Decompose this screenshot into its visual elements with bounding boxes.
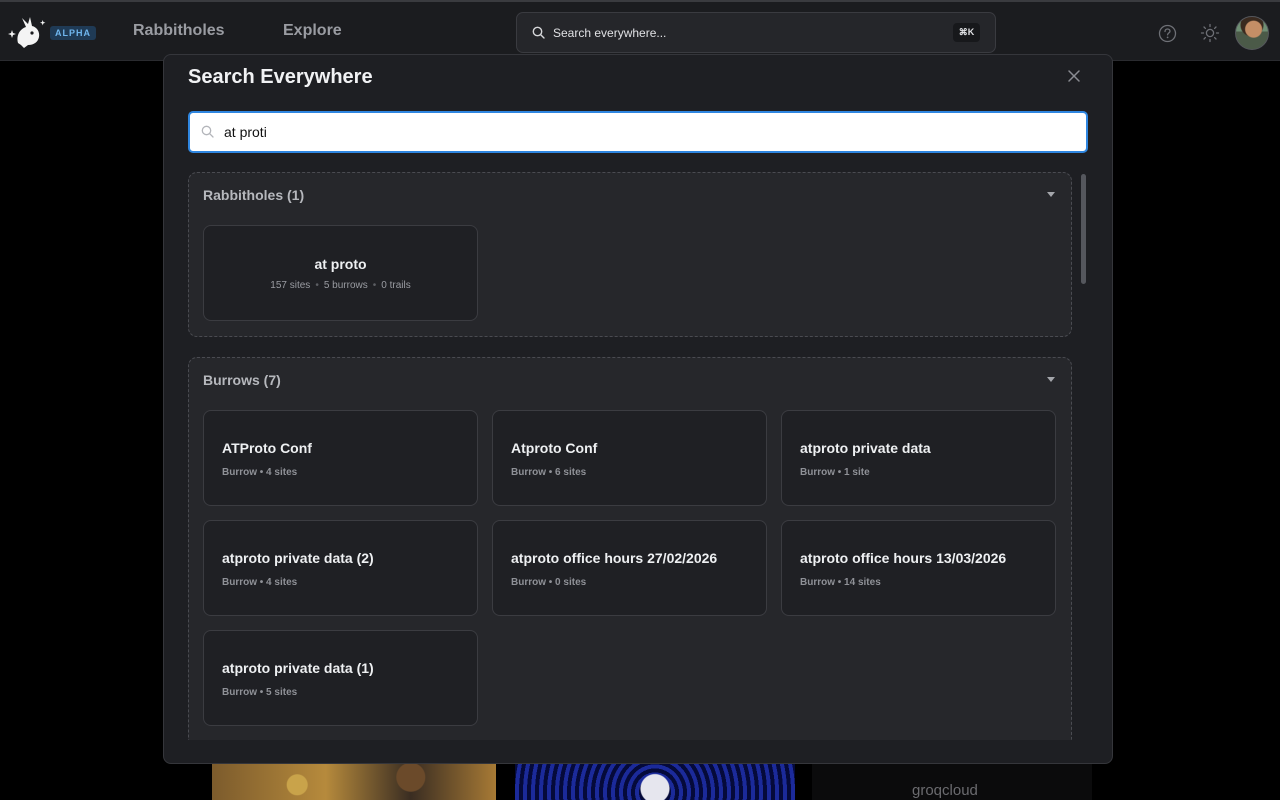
- alpha-badge: ALPHA: [50, 26, 96, 40]
- theme-toggle-sun-icon[interactable]: [1200, 23, 1220, 43]
- search-input[interactable]: [224, 122, 1064, 142]
- background-thumbnail-text: groqcloud: [912, 782, 978, 799]
- background-thumbnail-groqcloud: groqcloud: [812, 762, 1092, 800]
- rabbithole-stats: 157 sites • 5 burrows • 0 trails: [204, 280, 477, 291]
- top-navigation-bar: ALPHA Rabbitholes Explore Search everywh…: [0, 0, 1280, 61]
- rabbithole-burrows-count: 5 burrows: [323, 280, 368, 291]
- rabbithole-sites-count: 157 sites: [270, 280, 311, 291]
- background-thumbnail-art: [212, 762, 496, 800]
- scrollbar-thumb[interactable]: [1081, 174, 1086, 284]
- help-icon[interactable]: [1158, 24, 1177, 43]
- search-icon: [201, 125, 214, 138]
- results-scrollbar[interactable]: [1079, 172, 1088, 740]
- global-search-placeholder: Search everywhere...: [553, 26, 667, 40]
- burrow-card[interactable]: atproto private data (1) Burrow • 5 site…: [203, 630, 478, 726]
- separator-dot: •: [372, 280, 377, 291]
- burrow-name: atproto office hours 27/02/2026: [511, 550, 718, 566]
- nav-explore[interactable]: Explore: [283, 22, 342, 40]
- burrow-card[interactable]: atproto office hours 27/02/2026 Burrow •…: [492, 520, 767, 616]
- modal-title: Search Everywhere: [188, 66, 373, 88]
- collapse-caret-icon[interactable]: [1047, 192, 1055, 197]
- burrow-meta: Burrow • 1 site: [800, 467, 870, 478]
- burrow-card[interactable]: atproto private data (2) Burrow • 4 site…: [203, 520, 478, 616]
- separator-dot: •: [315, 280, 319, 291]
- nav-rabbitholes[interactable]: Rabbitholes: [133, 22, 225, 40]
- burrow-name: atproto office hours 13/03/2026: [800, 550, 1007, 566]
- rabbithole-trails-count: 0 trails: [381, 280, 411, 291]
- rabbithole-card[interactable]: at proto 157 sites • 5 burrows • 0 trails: [203, 225, 478, 321]
- rabbit-logo-icon[interactable]: [6, 15, 46, 51]
- search-field[interactable]: [188, 111, 1088, 153]
- burrow-name: atproto private data (2): [222, 550, 374, 566]
- search-everywhere-modal: Search Everywhere Rabbitholes (1) at pro…: [163, 54, 1113, 764]
- burrow-name: Atproto Conf: [511, 440, 598, 456]
- burrow-name: ATProto Conf: [222, 440, 312, 456]
- burrow-card[interactable]: atproto office hours 13/03/2026 Burrow •…: [781, 520, 1056, 616]
- collapse-caret-icon[interactable]: [1047, 377, 1055, 382]
- rabbithole-name: at proto: [314, 256, 367, 272]
- rabbitholes-section: Rabbitholes (1) at proto 157 sites • 5 bur…: [188, 172, 1072, 337]
- burrow-card[interactable]: atproto private data Burrow • 1 site: [781, 410, 1056, 506]
- burrow-card[interactable]: Atproto Conf Burrow • 6 sites: [492, 410, 767, 506]
- search-results: Rabbitholes (1) at proto 157 sites • 5 bur…: [188, 172, 1074, 740]
- burrow-name: atproto private data: [800, 440, 931, 456]
- burrow-meta: Burrow • 5 sites: [222, 687, 298, 698]
- burrows-section-title: Burrows (7): [203, 372, 281, 388]
- burrows-section: Burrows (7) ATProto Conf Burrow • 4 site…: [188, 357, 1072, 740]
- background-thumbnail-rabbit: [515, 762, 795, 800]
- global-search-button[interactable]: Search everywhere... ⌘K: [516, 12, 996, 53]
- close-icon[interactable]: [1067, 69, 1081, 83]
- keyboard-shortcut-badge: ⌘K: [953, 23, 980, 42]
- burrow-meta: Burrow • 0 sites: [511, 577, 587, 588]
- burrow-meta: Burrow • 4 sites: [222, 577, 298, 588]
- burrow-card[interactable]: ATProto Conf Burrow • 4 sites: [203, 410, 478, 506]
- burrow-meta: Burrow • 6 sites: [511, 467, 587, 478]
- burrow-name: atproto private data (1): [222, 660, 374, 676]
- burrow-meta: Burrow • 14 sites: [800, 577, 881, 588]
- rabbitholes-section-title: Rabbitholes (1): [203, 187, 305, 203]
- user-avatar[interactable]: [1235, 16, 1269, 50]
- burrow-meta: Burrow • 4 sites: [222, 467, 298, 478]
- search-icon: [532, 26, 545, 39]
